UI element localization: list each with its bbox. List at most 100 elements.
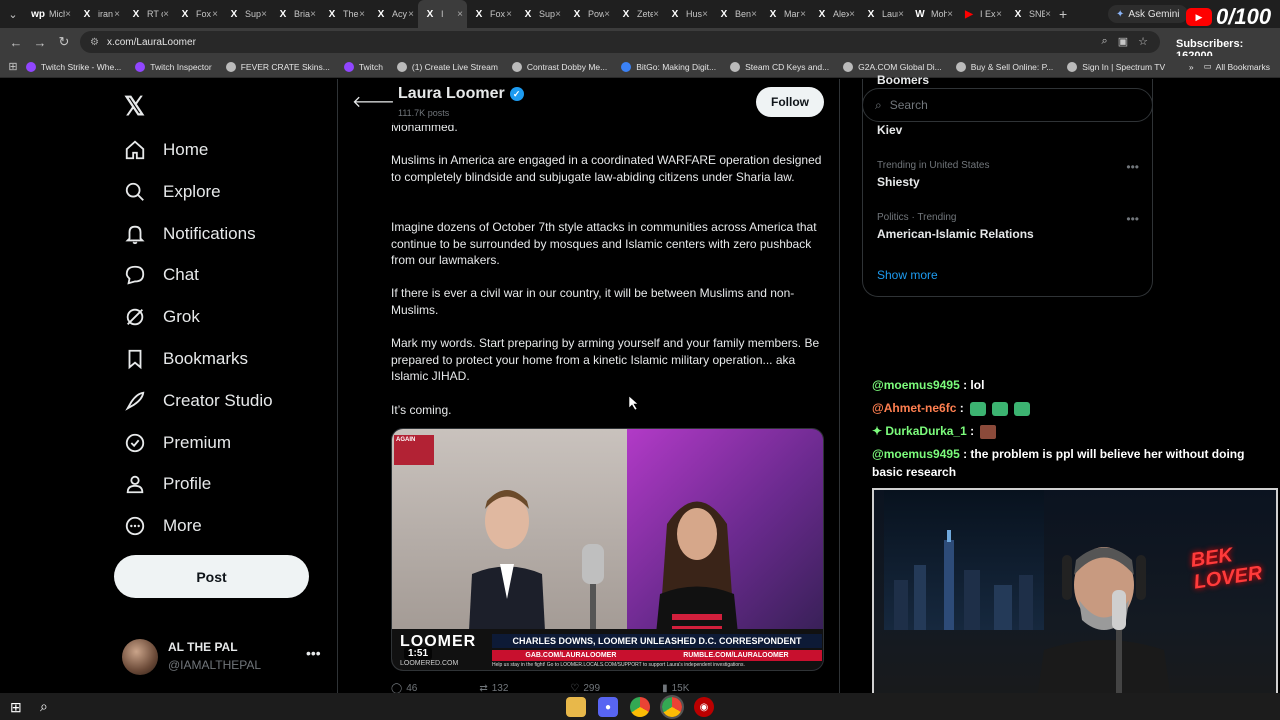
nav-item-chat[interactable]: Chat (124, 255, 199, 295)
trend-item-kiev[interactable]: Kiev (877, 123, 902, 137)
browser-tab[interactable]: X Hus × (663, 0, 712, 28)
bookmark-item[interactable]: G2A.COM Global Di... (843, 61, 942, 72)
browser-tab[interactable]: X Sup × (222, 0, 271, 28)
nav-item-profile[interactable]: Profile (124, 464, 211, 504)
browser-tab[interactable]: X Fox × (467, 0, 516, 28)
bookmark-item[interactable]: Contrast Dobby Me... (511, 61, 607, 72)
browser-tab[interactable]: X RT o× (124, 0, 173, 28)
apps-grid-icon[interactable]: ⊞ (0, 60, 26, 73)
close-tab-icon[interactable]: × (555, 9, 561, 20)
nav-item-notifications[interactable]: Notifications (124, 214, 256, 254)
trend-item-clipped[interactable]: Boomers (877, 73, 929, 85)
more-dots-icon[interactable]: ••• (306, 645, 321, 661)
discord-icon[interactable]: ● (598, 697, 618, 717)
browser-tab[interactable]: X Laur× (859, 0, 908, 28)
nav-item-home[interactable]: Home (124, 130, 208, 170)
nav-item-explore[interactable]: Explore (124, 172, 221, 212)
more-dots-icon[interactable]: ••• (1126, 212, 1139, 226)
bookmark-item[interactable]: Steam CD Keys and... (730, 61, 829, 72)
bookmark-item[interactable]: BitGo: Making Digit... (621, 61, 716, 72)
chrome-active-icon[interactable] (660, 695, 684, 719)
chevron-right-icon[interactable]: » (1189, 62, 1194, 72)
browser-tab[interactable]: X Pow × (565, 0, 614, 28)
account-switcher[interactable]: AL THE PAL @IAMALTHEPAL ••• (122, 637, 332, 677)
browser-tab[interactable]: X SNE × (1006, 0, 1055, 28)
close-tab-icon[interactable]: × (65, 9, 71, 20)
close-tab-icon[interactable]: × (996, 9, 1002, 20)
ask-gemini-button[interactable]: ✦ Ask Gemini (1108, 5, 1188, 23)
nav-item-bookmarks[interactable]: Bookmarks (124, 339, 248, 379)
close-tab-icon[interactable]: × (702, 9, 708, 20)
nav-item-creator-studio[interactable]: Creator Studio (124, 381, 273, 421)
back-arrow-icon[interactable]: ← (4, 35, 28, 50)
close-tab-icon[interactable]: × (653, 9, 659, 20)
obs-icon[interactable]: ◉ (694, 697, 714, 717)
close-tab-icon[interactable]: × (114, 9, 120, 20)
new-tab-button[interactable]: + (1059, 6, 1067, 22)
browser-tab[interactable]: X Ben × (712, 0, 761, 28)
browser-tab[interactable]: X Alex × (810, 0, 859, 28)
nav-item-premium[interactable]: Premium (124, 423, 231, 463)
reply-button[interactable]: ◯ 46 (391, 683, 417, 693)
browser-tab[interactable]: X Zete × (614, 0, 663, 28)
close-tab-icon[interactable]: × (408, 9, 414, 20)
browser-tab[interactable]: wp Mich× (26, 0, 75, 28)
reload-icon[interactable]: ↻ (52, 34, 76, 50)
star-icon[interactable]: ☆ (1138, 35, 1148, 48)
tweet-video[interactable]: AGAIN LOOMER LOOMERED.COM CHARLES DOWNS,… (391, 428, 824, 671)
forward-arrow-icon[interactable]: → (28, 35, 52, 50)
follow-button[interactable]: Follow (756, 87, 824, 117)
search-icon[interactable]: ⌕ (40, 698, 48, 715)
zoom-icon[interactable]: ⌕ (1102, 35, 1108, 48)
close-tab-icon[interactable]: × (457, 9, 463, 20)
more-dots-icon[interactable]: ••• (1126, 160, 1139, 174)
like-button[interactable]: ♡ 299 (570, 683, 600, 693)
windows-start-icon[interactable]: ⊞ (10, 699, 22, 716)
browser-tab[interactable]: X Bria × (271, 0, 320, 28)
close-tab-icon[interactable]: × (1045, 9, 1051, 20)
browser-tab[interactable]: ▶ I Ex × (957, 0, 1006, 28)
tab-search-icon[interactable]: ⌄ (0, 0, 26, 28)
address-bar[interactable]: ⚙ x.com/LauraLoomer ⌕ ▣ ☆ (80, 31, 1160, 53)
close-tab-icon[interactable]: × (506, 9, 512, 20)
nav-item-more[interactable]: More (124, 506, 202, 546)
search-input[interactable]: ⌕ Search (862, 88, 1153, 122)
close-tab-icon[interactable]: × (604, 9, 610, 20)
file-explorer-icon[interactable] (566, 697, 586, 717)
browser-tab[interactable]: Xiran × (75, 0, 124, 28)
browser-tab[interactable]: X Acy × (369, 0, 418, 28)
bookmark-item[interactable]: Twitch (343, 61, 383, 72)
bookmark-item[interactable]: Sign In | Spectrum TV (1067, 61, 1165, 72)
browser-tab[interactable]: W Moh × (908, 0, 957, 28)
bookmark-item[interactable]: Twitch Strike - Whe... (26, 61, 121, 72)
close-tab-icon[interactable]: × (800, 9, 806, 20)
views-button[interactable]: ▮ 15K (662, 683, 689, 693)
browser-tab[interactable]: X Fox × (173, 0, 222, 28)
close-tab-icon[interactable]: × (163, 9, 169, 20)
bookmark-item[interactable]: (1) Create Live Stream (396, 61, 498, 72)
close-tab-icon[interactable]: × (849, 9, 855, 20)
close-tab-icon[interactable]: × (947, 9, 953, 20)
close-tab-icon[interactable]: × (310, 9, 316, 20)
close-tab-icon[interactable]: × (751, 9, 757, 20)
chrome-icon[interactable] (630, 697, 650, 717)
extension-icon[interactable]: ▣ (1118, 35, 1128, 48)
bookmark-item[interactable]: Buy & Sell Online: P... (955, 61, 1053, 72)
post-button[interactable]: Post (114, 555, 309, 598)
close-tab-icon[interactable]: × (359, 9, 365, 20)
browser-tab[interactable]: X Sup × (516, 0, 565, 28)
back-arrow-icon[interactable]: 🡐 (352, 91, 395, 112)
show-more-link[interactable]: Show more (877, 268, 938, 282)
browser-tab[interactable]: X I × (418, 0, 467, 28)
site-info-icon[interactable]: ⚙ (90, 37, 99, 48)
trend-item[interactable]: Politics · Trending American-Islamic Rel… (877, 212, 1147, 241)
browser-tab[interactable]: X Mar × (761, 0, 810, 28)
close-tab-icon[interactable]: × (261, 9, 267, 20)
close-tab-icon[interactable]: × (898, 9, 904, 20)
close-tab-icon[interactable]: × (212, 9, 218, 20)
bookmark-item[interactable]: Twitch Inspector (135, 61, 212, 72)
x-logo-icon[interactable]: 𝕏 (124, 91, 145, 122)
nav-item-grok[interactable]: Grok (124, 297, 200, 337)
repost-button[interactable]: ⇄ 132 (479, 683, 508, 693)
browser-tab[interactable]: X The × (320, 0, 369, 28)
